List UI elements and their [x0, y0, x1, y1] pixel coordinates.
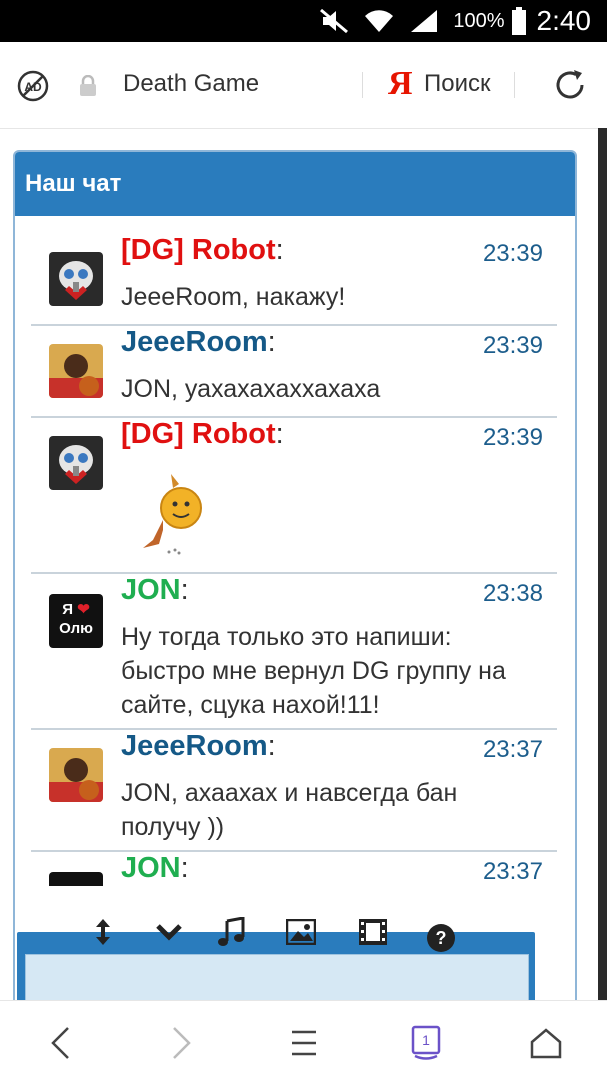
- message-time: 23:37: [482, 858, 543, 885]
- tabs-icon[interactable]: 1: [406, 1023, 446, 1063]
- avatar-robot[interactable]: [49, 252, 103, 306]
- author-name: JeeeRoom: [121, 730, 268, 762]
- chat-message: JeeeRoom: 23:37 JON, ахаахах и навсегда …: [31, 730, 557, 852]
- avatar-jeeeroom[interactable]: [49, 344, 103, 398]
- wifi-icon: [363, 8, 395, 34]
- smiley-icon: [133, 470, 213, 560]
- divider: [362, 72, 363, 98]
- message-list[interactable]: [DG] Robot: 23:39 JeeeRoom, накажу! Jeee…: [15, 218, 575, 886]
- author-name: [DG] Robot: [121, 418, 276, 450]
- message-time: 23:39: [482, 332, 543, 359]
- home-icon[interactable]: [526, 1023, 566, 1063]
- author-colon: :: [267, 326, 276, 358]
- author-name: JON: [121, 574, 181, 606]
- message-text: JON, уахахахаххахаха: [121, 375, 381, 403]
- chat-title: Наш чат: [15, 152, 575, 216]
- help-icon[interactable]: ?: [424, 921, 458, 955]
- battery-icon: [511, 7, 527, 35]
- mute-icon: [319, 8, 349, 34]
- chat-message: JON: 23:37: [31, 852, 557, 886]
- author-colon: :: [267, 730, 276, 762]
- avatar-jeeeroom[interactable]: [49, 748, 103, 802]
- clock: 2:40: [536, 5, 592, 36]
- battery-percent: 100%: [453, 9, 505, 32]
- message-author[interactable]: JON:: [121, 574, 189, 607]
- avatar-jon[interactable]: Я ❤ Олю: [49, 594, 103, 648]
- message-text: Ну тогда только это напиши: быстро мне в…: [121, 623, 506, 719]
- message-time: 23:39: [482, 424, 543, 451]
- chat-message: JeeeRoom: 23:39 JON, уахахахаххахаха: [31, 326, 557, 418]
- chat-panel: Наш чат [DG] Robot: 23:39 JeeeRoom, нака…: [13, 150, 577, 1014]
- image-icon[interactable]: [284, 915, 318, 949]
- chat-message: [DG] Robot: 23:39 JeeeRoom, накажу!: [31, 234, 557, 326]
- status-bar: 100% 2:40: [0, 0, 607, 42]
- message-author[interactable]: JON:: [121, 852, 189, 885]
- adblock-icon[interactable]: AD: [16, 69, 50, 107]
- message-text: JeeeRoom, накажу!: [121, 283, 346, 311]
- avatar-robot[interactable]: [49, 436, 103, 490]
- author-name: JeeeRoom: [121, 326, 268, 358]
- avatar-jon-text-1: Я: [62, 601, 74, 618]
- message-author[interactable]: JeeeRoom:: [121, 730, 276, 763]
- resize-icon[interactable]: [86, 915, 120, 949]
- background-page-edge: [598, 128, 607, 1000]
- author-colon: :: [275, 234, 284, 266]
- heart-icon: ❤: [77, 601, 90, 618]
- compose-toolbar: ?: [66, 915, 486, 955]
- message-time: 23:38: [482, 580, 543, 607]
- signal-icon: [409, 8, 439, 34]
- author-colon: :: [180, 574, 189, 606]
- chat-message: [DG] Robot: 23:39: [31, 418, 557, 574]
- music-icon[interactable]: [214, 915, 248, 949]
- page-title[interactable]: Death Game: [123, 70, 259, 98]
- bottom-navigation: 1: [0, 1000, 607, 1081]
- author-name: JON: [121, 852, 181, 884]
- avatar-jon-text-2: Олю: [59, 620, 93, 637]
- lock-icon: [78, 74, 98, 101]
- message-author[interactable]: [DG] Robot:: [121, 418, 284, 451]
- message-text: JON, ахаахах и навсегда бан получу )): [121, 779, 458, 841]
- yandex-logo[interactable]: Я: [388, 65, 413, 103]
- menu-icon[interactable]: [284, 1023, 324, 1063]
- reload-icon[interactable]: [552, 67, 588, 107]
- author-colon: :: [180, 852, 189, 884]
- forward-icon[interactable]: [162, 1023, 202, 1063]
- author-colon: :: [275, 418, 284, 450]
- message-author[interactable]: JeeeRoom:: [121, 326, 276, 359]
- chevron-down-icon[interactable]: [152, 915, 186, 949]
- message-time: 23:37: [482, 736, 543, 763]
- svg-text:?: ?: [436, 928, 447, 948]
- search-button[interactable]: Поиск: [424, 70, 491, 98]
- message-time: 23:39: [482, 240, 543, 267]
- tabs-count: 1: [422, 1032, 430, 1048]
- video-icon[interactable]: [356, 915, 390, 949]
- divider: [514, 72, 515, 98]
- message-author[interactable]: [DG] Robot:: [121, 234, 284, 267]
- avatar-jon[interactable]: [49, 872, 103, 886]
- back-icon[interactable]: [40, 1023, 80, 1063]
- author-name: [DG] Robot: [121, 234, 276, 266]
- browser-address-bar: AD Death Game Я Поиск: [0, 42, 607, 129]
- chat-message: Я ❤ Олю JON: 23:38 Ну тогда только это н…: [31, 574, 557, 730]
